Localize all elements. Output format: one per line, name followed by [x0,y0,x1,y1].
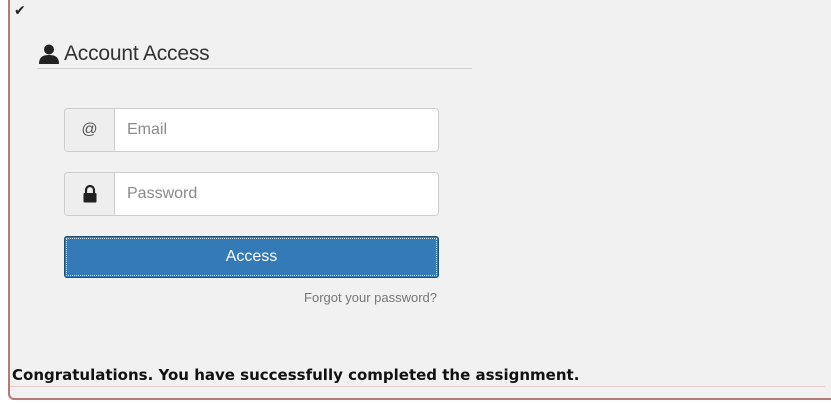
user-icon [39,44,59,64]
email-field[interactable] [115,109,438,151]
success-message: Congratulations. You have successfully c… [10,366,825,387]
at-sign-icon: @ [65,109,115,151]
checkmark-icon: ✔ [14,3,26,19]
lock-icon [65,173,115,215]
panel-title: Account Access [64,42,210,65]
password-input-group [64,172,439,216]
panel-heading: Account Access [37,40,472,69]
assignment-frame: ✔ Account Access @ Access Forgot your pa… [8,0,831,400]
email-input-group: @ [64,108,439,152]
forgot-password-link[interactable]: Forgot your password? [304,290,437,305]
access-button[interactable]: Access [64,236,439,278]
password-field[interactable] [115,173,438,215]
